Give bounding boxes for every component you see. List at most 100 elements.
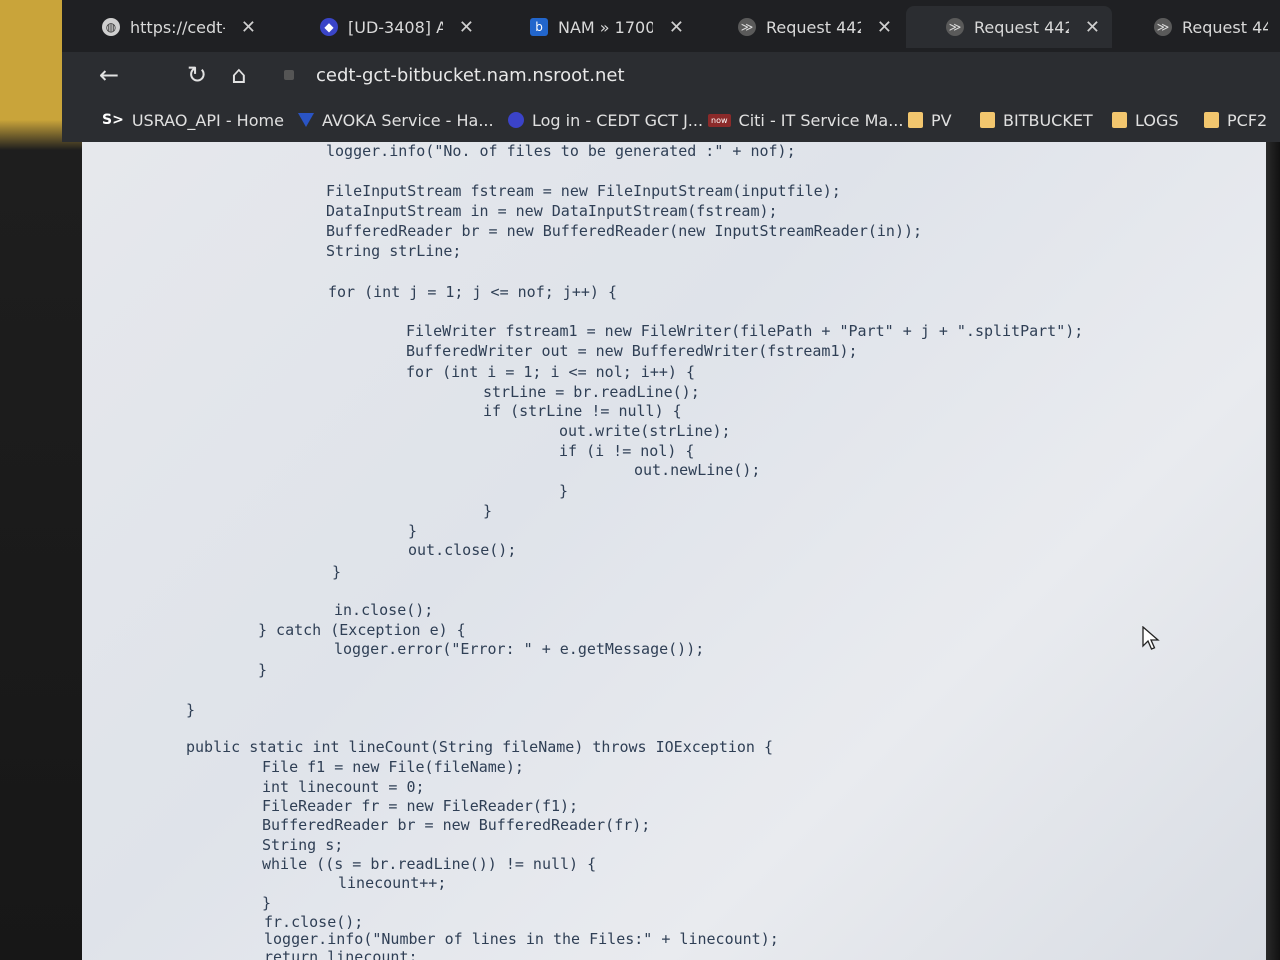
bookmark-usrao-api[interactable]: S> USRAO_API - Home (102, 98, 284, 142)
tab-ud-3408[interactable]: ◆ [UD-3408] Avo ✕ (280, 6, 486, 48)
folder-icon (1112, 112, 1127, 128)
tab-label: NAM » 170041 (558, 17, 653, 37)
bookmark-citi-it-service[interactable]: now Citi - IT Service Ma... (708, 98, 903, 142)
reload-button[interactable]: ↻ (182, 60, 212, 90)
servicenow-icon: now (708, 113, 731, 127)
url-text: cedt-gct-bitbucket.nam.nsroot.net (316, 64, 625, 86)
bitbucket-icon: b (530, 18, 548, 36)
code-line: String strLine; (326, 242, 462, 260)
code-line: out.close(); (408, 541, 517, 559)
tab-label: Request 44221 (766, 17, 861, 37)
jira-icon: ◆ (320, 18, 338, 36)
code-line: } catch (Exception e) { (258, 621, 466, 639)
photo-right-edge (1266, 0, 1280, 960)
code-line: } (262, 894, 272, 912)
browser-chrome: ◍ https://cedt-gct ✕ ◆ [UD-3408] Avo ✕ b… (62, 0, 1280, 142)
code-line: out.write(strLine); (559, 422, 731, 440)
folder-icon (1204, 112, 1219, 128)
servicenow-icon: ≫ (946, 18, 964, 36)
bookmark-folder-pv[interactable]: PV (908, 98, 952, 142)
code-line: BufferedReader br = new BufferedReader(n… (326, 222, 923, 240)
back-button[interactable]: ← (94, 60, 124, 90)
close-icon[interactable]: ✕ (241, 17, 256, 38)
tab-cedt-gct[interactable]: ◍ https://cedt-gct ✕ (62, 6, 268, 48)
servicenow-icon: ≫ (1154, 18, 1172, 36)
tab-label: Request 44221 (1182, 17, 1268, 37)
bookmarks-bar: S> USRAO_API - Home AVOKA Service - Ha..… (62, 98, 1280, 142)
code-line: BufferedReader br = new BufferedReader(f… (262, 816, 651, 834)
bookmark-label: Citi - IT Service Ma... (738, 110, 904, 130)
bookmark-label: Log in - CEDT GCT J... (532, 110, 704, 130)
close-icon[interactable]: ✕ (459, 17, 474, 38)
close-icon[interactable]: ✕ (669, 17, 684, 38)
code-line: logger.info("Number of lines in the File… (264, 930, 779, 948)
close-icon[interactable]: ✕ (1085, 17, 1100, 38)
reload-icon: ↻ (186, 61, 208, 89)
tab-request-44221-c[interactable]: ≫ Request 44221 (1114, 6, 1280, 48)
servicenow-icon: ≫ (738, 18, 756, 36)
bookmark-cedt-gct-jira[interactable]: Log in - CEDT GCT J... (508, 98, 703, 142)
close-icon[interactable]: ✕ (877, 17, 892, 38)
code-line: in.close(); (334, 601, 434, 619)
code-line: for (int j = 1; j <= nof; j++) { (328, 283, 617, 301)
code-line: public static int lineCount(String fileN… (186, 738, 773, 756)
address-bar[interactable]: cedt-gct-bitbucket.nam.nsroot.net (284, 59, 1224, 91)
code-line: } (483, 502, 493, 520)
site-info-icon[interactable] (284, 70, 294, 80)
code-line: for (int i = 1; i <= nol; i++) { (406, 363, 695, 381)
code-line: fr.close(); (264, 913, 364, 931)
code-line: String s; (262, 836, 344, 854)
tab-request-44221-b[interactable]: ≫ Request 44221 ✕ (906, 6, 1112, 48)
code-line: linecount++; (338, 874, 447, 892)
tab-label: https://cedt-gct (130, 17, 225, 37)
bookmark-folder-pcf2[interactable]: PCF2 (1204, 98, 1267, 142)
bookmark-label: PCF2 (1227, 110, 1268, 130)
code-line: return linecount; (264, 948, 418, 960)
folder-icon (908, 112, 923, 128)
tab-label: [UD-3408] Avo (348, 17, 443, 37)
bookmark-label: PV (931, 110, 952, 130)
home-icon: ⌂ (231, 61, 247, 89)
code-line: int linecount = 0; (262, 778, 425, 796)
code-line: FileInputStream fstream = new FileInputS… (326, 182, 841, 200)
home-button[interactable]: ⌂ (224, 60, 254, 90)
code-line: logger.info("No. of files to be generate… (326, 142, 796, 160)
code-line: FileWriter fstream1 = new FileWriter(fil… (406, 322, 1084, 340)
code-line: } (186, 701, 196, 719)
code-line: } (332, 563, 342, 581)
code-line: strLine = br.readLine(); (483, 383, 700, 401)
code-viewer[interactable]: logger.info("No. of files to be generate… (82, 142, 1266, 960)
navigation-toolbar: ← ↻ ⌂ cedt-gct-bitbucket.nam.nsroot.net (62, 52, 1280, 98)
tab-label: Request 44221 (974, 17, 1069, 37)
tab-request-44221-a[interactable]: ≫ Request 44221 ✕ (698, 6, 904, 48)
bookmark-folder-logs[interactable]: LOGS (1112, 98, 1179, 142)
back-arrow-icon: ← (98, 61, 120, 89)
photo-left-edge (0, 0, 82, 960)
bookmark-label: USRAO_API - Home (131, 110, 284, 130)
bookmark-label: BITBUCKET (1003, 110, 1093, 130)
code-line: DataInputStream in = new DataInputStream… (326, 202, 778, 220)
code-line: BufferedWriter out = new BufferedWriter(… (406, 342, 858, 360)
avoka-icon (298, 113, 314, 127)
mouse-pointer-icon (1142, 626, 1160, 650)
code-line: File f1 = new File(fileName); (262, 758, 524, 776)
bookmark-label: LOGS (1135, 110, 1179, 130)
code-line: } (559, 482, 569, 500)
code-line: FileReader fr = new FileReader(f1); (262, 797, 579, 815)
code-line: while ((s = br.readLine()) != null) { (262, 855, 597, 873)
code-line: out.newLine(); (634, 461, 761, 479)
code-line: logger.error("Error: " + e.getMessage())… (334, 640, 705, 658)
code-line: if (i != nol) { (559, 442, 695, 460)
jira-icon (508, 112, 524, 128)
folder-icon (980, 112, 995, 128)
code-line: } (408, 522, 418, 540)
code-line: if (strLine != null) { (483, 402, 682, 420)
bookmark-label: AVOKA Service - Ha... (322, 110, 494, 130)
bookmark-avoka[interactable]: AVOKA Service - Ha... (298, 98, 494, 142)
bookmark-folder-bitbucket[interactable]: BITBUCKET (980, 98, 1093, 142)
globe-icon: ◍ (102, 18, 120, 36)
code-line: } (258, 661, 268, 679)
tab-nam-170041[interactable]: b NAM » 170041 ✕ (490, 6, 696, 48)
api-icon: S> (102, 112, 124, 128)
tab-strip: ◍ https://cedt-gct ✕ ◆ [UD-3408] Avo ✕ b… (62, 0, 1280, 52)
